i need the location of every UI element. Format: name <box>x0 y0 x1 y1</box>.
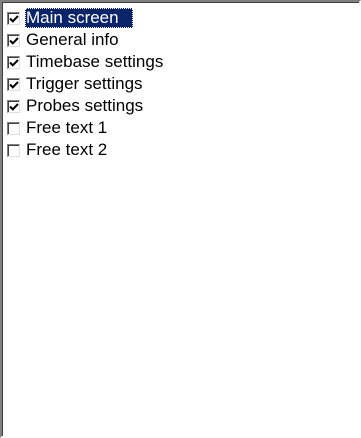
list-item-probes-settings[interactable]: Probes settings <box>7 95 167 117</box>
list-item-label: Free text 2 <box>26 140 108 159</box>
checkbox-general-info[interactable] <box>7 33 20 47</box>
list-item-main-screen[interactable]: Main screen <box>7 7 167 29</box>
checkbox-main-screen[interactable] <box>7 11 20 25</box>
checkbox-probes-settings[interactable] <box>7 99 20 113</box>
list-item-general-info[interactable]: General info <box>7 29 167 51</box>
list-item-label: Probes settings <box>26 96 144 115</box>
list-item-label: Free text 1 <box>26 118 108 137</box>
checklist-box[interactable]: Main screen General info Timebase settin… <box>0 0 361 438</box>
checklist-inner: Main screen General info Timebase settin… <box>2 2 359 436</box>
list-item-label: Timebase settings <box>26 52 164 71</box>
checklist-items: Main screen General info Timebase settin… <box>7 7 167 161</box>
checkbox-trigger-settings[interactable] <box>7 77 20 91</box>
checkmark-icon <box>9 14 19 23</box>
list-item-label: Main screen <box>25 8 133 28</box>
checkmark-icon <box>9 102 19 111</box>
list-item-label: General info <box>26 30 119 49</box>
list-item-free-text-1[interactable]: Free text 1 <box>7 117 167 139</box>
checkbox-timebase-settings[interactable] <box>7 55 20 69</box>
list-item-free-text-2[interactable]: Free text 2 <box>7 139 167 161</box>
checkmark-icon <box>9 36 19 45</box>
checkbox-free-text-1[interactable] <box>7 121 20 135</box>
list-item-label: Trigger settings <box>26 74 143 93</box>
checkmark-icon <box>9 58 19 67</box>
list-item-timebase-settings[interactable]: Timebase settings <box>7 51 167 73</box>
checkbox-free-text-2[interactable] <box>7 143 20 157</box>
list-item-trigger-settings[interactable]: Trigger settings <box>7 73 167 95</box>
checkmark-icon <box>9 80 19 89</box>
